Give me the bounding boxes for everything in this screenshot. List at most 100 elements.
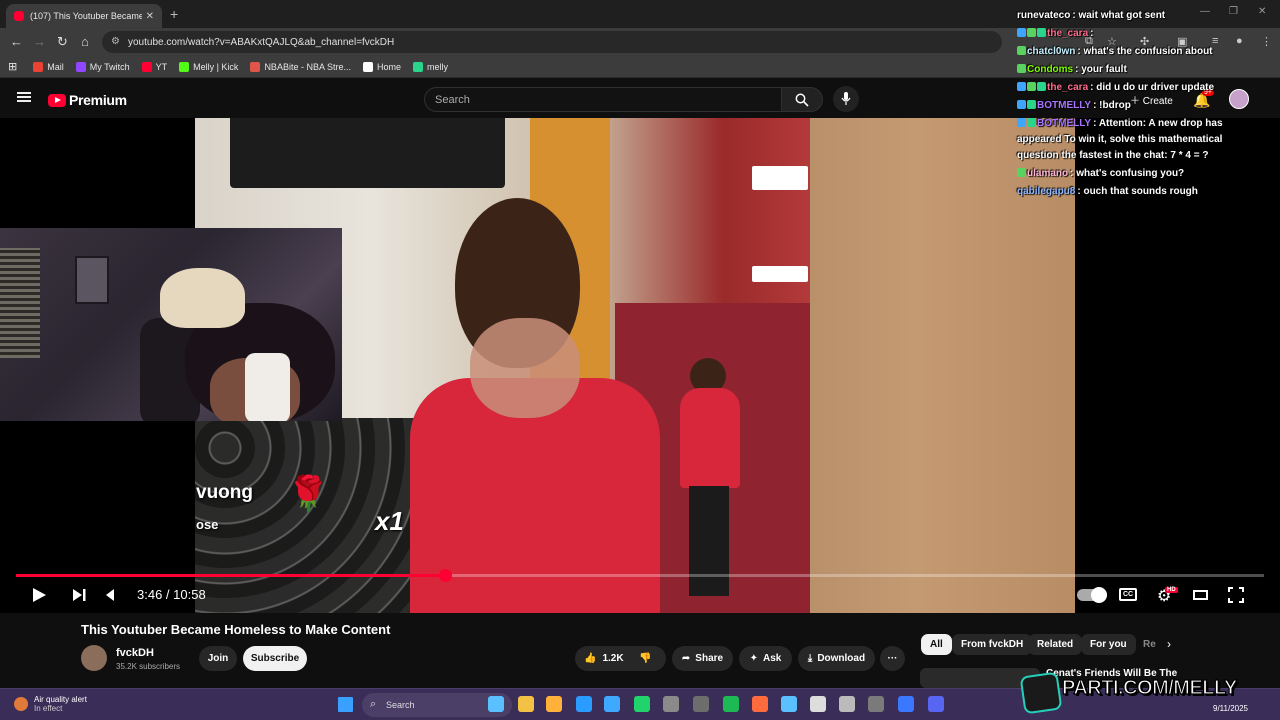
url-text: youtube.com/watch?v=ABAKxtQAJLQ&ab_chann… [128,36,395,48]
chip-from-channel[interactable]: From fvckDH [952,634,1033,655]
taskbar-app-icon[interactable] [518,696,534,712]
twitch-icon [75,61,86,72]
reload-icon[interactable]: ↻ [57,34,68,50]
new-tab-icon[interactable]: + [170,6,178,22]
taskbar-app-icon[interactable] [693,696,709,712]
hd-badge: HD [1165,587,1178,593]
microphone-icon [841,92,851,105]
taskbar-app-icon[interactable] [928,696,944,712]
overlay-combo: x1 [375,506,404,536]
taskbar-app-icon[interactable] [781,696,797,712]
menu-icon[interactable] [17,92,31,102]
voice-search-button[interactable] [833,86,859,112]
chip-all[interactable]: All [921,634,952,655]
join-button[interactable]: Join [199,646,237,671]
chat-badge-icon [1017,28,1026,37]
weather-widget[interactable]: Air quality alert In effect [14,695,87,713]
next-icon[interactable] [72,588,87,602]
subscribe-button[interactable]: Subscribe [243,646,307,671]
chat-username[interactable]: chatcl0wn [1027,46,1075,57]
windows-start-icon[interactable] [338,697,353,712]
home-icon[interactable]: ⌂ [81,34,89,49]
taskbar-app-icon[interactable] [868,696,884,712]
captions-icon[interactable]: CC [1119,588,1137,601]
search-input[interactable]: Search [424,87,782,112]
bookmark-melly[interactable]: melly [412,61,448,72]
channel-avatar[interactable] [81,645,107,671]
rose-icon: 🌹 [287,475,330,513]
chip-related[interactable]: Related [1028,634,1083,655]
taskbar-date: 9/11/2025 [1213,704,1248,713]
progress-bar[interactable] [16,569,1264,582]
scrubber-handle[interactable] [439,569,452,582]
share-button[interactable]: ➦ Share [672,646,733,671]
chat-username[interactable]: BOTMELLY [1037,100,1091,111]
taskbar-app-icon[interactable] [634,696,650,712]
overlay-name-2: ose [196,517,219,532]
like-icon[interactable]: 👍 [584,653,596,664]
taskbar-app-icon[interactable] [723,696,739,712]
more-actions-button[interactable]: ··· [880,646,905,671]
bookmark-twitch[interactable]: My Twitch [75,61,130,72]
chat-username[interactable]: runevateco [1017,10,1070,21]
bookmark-nbabite[interactable]: NBABite - NBA Stre... [250,61,351,72]
chat-text: : your fault [1075,64,1127,75]
sparkle-icon: ✦ [749,653,759,664]
apps-icon[interactable]: ⊞ [8,60,17,73]
chat-username[interactable]: Condoms [1027,64,1073,75]
chat-text: : ouch that sounds rough [1077,186,1198,197]
taskbar-app-icon[interactable] [752,696,768,712]
site-info-icon[interactable]: ⚙ [111,36,120,47]
boxing-man [410,198,660,613]
chip-more[interactable]: Re [1134,634,1165,655]
ceiling-light [752,266,808,282]
taskbar-app-icon[interactable] [576,696,592,712]
address-bar[interactable]: ⚙ youtube.com/watch?v=ABAKxtQAJLQ&ab_cha… [102,31,1002,53]
youtube-logo[interactable]: Premium [48,92,127,108]
taskbar-app-icon[interactable] [663,696,679,712]
channel-name[interactable]: fvckDH [116,647,154,659]
like-count[interactable]: 1.2K [602,653,623,664]
taskbar-app-icon[interactable] [546,696,562,712]
chat-username[interactable]: BOTMELLY [1037,118,1091,129]
play-icon[interactable] [31,587,47,603]
chat-badge-icon [1017,118,1026,127]
chat-message: the_cara: [1017,26,1093,42]
logo-text: Premium [69,92,127,108]
ask-button[interactable]: ✦ Ask [739,646,792,671]
taskbar-app-icon[interactable] [898,696,914,712]
bookmark-kick[interactable]: Melly | Kick [179,61,238,72]
back-icon[interactable]: ← [10,34,23,49]
volume-icon[interactable] [106,589,114,601]
taskbar-app-icon[interactable] [839,696,855,712]
chat-badge-icon [1027,28,1036,37]
autoplay-toggle[interactable] [1077,587,1107,603]
forward-icon[interactable]: → [33,34,46,49]
overlay-name: vuong [196,482,253,503]
search-button[interactable] [781,87,823,112]
dislike-icon[interactable]: 👎 [639,653,651,664]
chat-username[interactable]: the_cara [1047,28,1088,39]
subscriber-count: 35.2K subscribers [116,662,181,671]
chat-badge-icon [1037,82,1046,91]
taskbar-app-icon[interactable] [810,696,826,712]
theater-mode-icon[interactable] [1193,590,1208,600]
video-title: This Youtuber Became Homeless to Make Co… [81,622,391,637]
taskbar-app-icon[interactable] [604,696,620,712]
bookmark-x-home[interactable]: Home [362,61,401,72]
x-icon [362,61,373,72]
like-dislike-group: 👍 1.2K 👎 [575,646,666,671]
chat-username[interactable]: qabilegapu8 [1017,186,1075,197]
fullscreen-icon[interactable] [1228,587,1244,603]
chip-for-you[interactable]: For you [1081,634,1136,655]
chevron-right-icon[interactable]: › [1167,637,1171,651]
chat-badge-icon [1017,46,1026,55]
taskbar-app-icon[interactable] [488,696,504,712]
download-button[interactable]: ⤓ Download [798,646,875,671]
chat-username[interactable]: ulamano [1027,168,1068,179]
browser-tab[interactable]: (107) This Youtuber Became Ho ✕ [6,4,162,28]
chat-username[interactable]: the_cara [1047,82,1088,93]
bookmark-yt[interactable]: YT [141,61,167,72]
close-tab-icon[interactable]: ✕ [146,11,154,22]
bookmark-mail[interactable]: Mail [33,61,64,72]
